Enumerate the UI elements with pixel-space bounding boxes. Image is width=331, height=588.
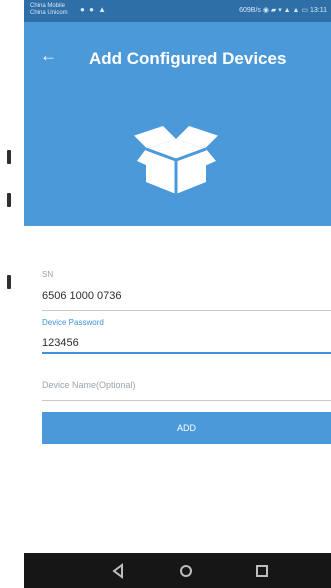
wechat-icon: ● — [80, 5, 86, 14]
triangle-back-icon[interactable] — [110, 563, 126, 579]
square-recents-icon[interactable] — [254, 563, 270, 579]
carrier-secondary: China Unicom — [30, 10, 68, 16]
device-password-label: Device Password — [42, 318, 104, 327]
sn-label: SN — [42, 270, 54, 279]
system-status: 609B/s ◉ ▰ ▾ ▲ ▲ ▭ 13:11 — [239, 6, 327, 14]
photo-icon: ▲ — [98, 5, 108, 14]
sn-input[interactable]: 6506 1000 0736 — [42, 290, 122, 302]
side-marker — [7, 150, 11, 164]
device-name-input[interactable]: Device Name(Optional) — [42, 380, 136, 390]
status-bar: China Mobile China Unicom ● ● ▲ 609B/s ◉… — [24, 0, 331, 22]
add-button[interactable]: ADD — [42, 412, 331, 444]
screenshot-page: China Mobile China Unicom ● ● ▲ 609B/s ◉… — [0, 0, 331, 588]
system-icons: ◉ ▰ ▾ ▲ ▲ ▭ — [262, 7, 310, 14]
device-password-underline — [42, 352, 331, 354]
app-header: ← Add Configured Devices — [24, 22, 331, 226]
android-navigation-bar — [24, 553, 331, 588]
left-background-strip — [0, 0, 24, 588]
device-name-underline — [42, 400, 331, 401]
page-title: Add Configured Devices — [89, 49, 287, 68]
network-speed: 609B/s — [239, 7, 261, 14]
circle-home-icon[interactable] — [178, 563, 194, 579]
carrier-labels: China Mobile China Unicom — [30, 3, 68, 17]
side-marker — [7, 193, 11, 207]
side-marker — [7, 275, 11, 289]
notification-icons: ● ● ▲ — [80, 5, 107, 14]
device-password-input[interactable]: 123456 — [42, 337, 79, 349]
carrier-primary: China Mobile — [30, 3, 66, 9]
message-icon: ● — [89, 5, 95, 14]
phone-screen: China Mobile China Unicom ● ● ▲ 609B/s ◉… — [24, 0, 331, 588]
box-icon — [132, 126, 220, 194]
clock: 13:11 — [310, 7, 327, 14]
sn-underline — [42, 310, 331, 311]
back-arrow-icon[interactable]: ← — [40, 47, 57, 64]
